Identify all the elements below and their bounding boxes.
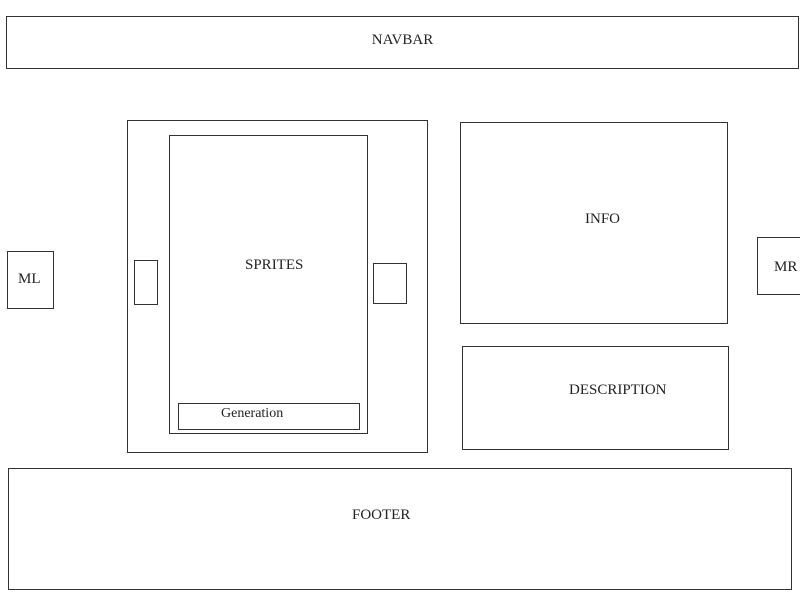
navbar-label: NAVBAR	[371, 32, 434, 48]
info-box: INFO	[460, 122, 728, 324]
generation-box: Generation	[178, 403, 360, 430]
margin-left-box: ML	[7, 251, 54, 309]
footer-label: FOOTER	[352, 507, 411, 523]
navbar-box: NAVBAR	[6, 16, 799, 69]
margin-left-label: ML	[18, 271, 41, 287]
sprites-box: SPRITES	[169, 135, 368, 434]
description-label: DESCRIPTION	[569, 382, 667, 398]
info-label: INFO	[585, 211, 621, 227]
margin-right-box: MR	[757, 237, 800, 295]
previous-sprite-control	[134, 260, 158, 305]
description-box: DESCRIPTION	[462, 346, 729, 450]
generation-label: Generation	[221, 406, 284, 421]
margin-right-label: MR	[774, 259, 798, 275]
sprites-label: SPRITES	[245, 257, 304, 273]
next-sprite-control	[373, 263, 407, 304]
footer-box: FOOTER	[8, 468, 792, 590]
